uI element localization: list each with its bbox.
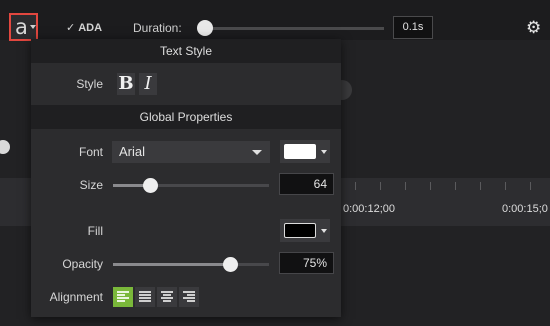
ruler-tick [455, 182, 456, 190]
size-label: Size [79, 178, 103, 192]
align-right-button[interactable] [179, 287, 199, 307]
font-color-picker[interactable] [280, 140, 330, 163]
ruler-tick [530, 182, 531, 190]
opacity-label: Opacity [62, 257, 103, 271]
style-label: Style [76, 77, 103, 91]
opacity-input[interactable]: 75% [279, 252, 334, 274]
text-properties-popup: Text Style Style B I Global Properties F… [31, 39, 341, 317]
italic-button[interactable]: I [139, 73, 157, 95]
alignment-label: Alignment [49, 290, 103, 304]
fill-label: Fill [87, 224, 103, 238]
font-select-value: Arial [119, 144, 146, 159]
ruler-tick [505, 182, 506, 190]
font-a-icon: a [15, 15, 28, 39]
text-style-header: Text Style [31, 39, 341, 63]
font-color-swatch [284, 144, 316, 159]
align-center-icon [161, 291, 173, 303]
opacity-slider-knob[interactable] [223, 257, 238, 272]
gear-icon[interactable]: ⚙ [526, 18, 541, 38]
align-left-button[interactable] [113, 287, 133, 307]
ruler-tick [480, 182, 481, 190]
ada-label: ADA [78, 22, 103, 34]
ruler-tick [380, 182, 381, 190]
opacity-slider-fill [113, 263, 230, 266]
timeline-label: 0:00:12;00 [343, 203, 395, 215]
font-label: Font [78, 145, 103, 159]
fill-color-swatch [284, 223, 316, 238]
global-properties-header: Global Properties [31, 105, 341, 129]
font-select[interactable]: Arial [112, 141, 270, 163]
size-input[interactable]: 64 [279, 173, 334, 195]
ruler-tick [430, 182, 431, 190]
duration-slider[interactable] [204, 27, 384, 30]
check-icon: ✓ [66, 21, 76, 34]
size-slider[interactable] [113, 184, 269, 187]
toolbar [0, 0, 550, 40]
ada-toggle[interactable]: ✓ ADA [66, 21, 102, 34]
text-style-button[interactable]: a [9, 13, 38, 41]
chevron-down-icon [321, 229, 327, 233]
chevron-down-icon [30, 25, 36, 29]
ruler-tick [405, 182, 406, 190]
align-center-button[interactable] [157, 287, 177, 307]
duration-input[interactable]: 0.1s [393, 16, 433, 39]
align-justify-button[interactable] [135, 287, 155, 307]
timeline-label: 0:00:15;0 [502, 203, 548, 215]
align-right-icon [183, 291, 195, 303]
align-left-icon [117, 291, 129, 303]
align-justify-icon [139, 291, 151, 303]
bold-button[interactable]: B [117, 73, 135, 95]
opacity-slider[interactable] [113, 263, 269, 266]
duration-slider-knob[interactable] [197, 20, 213, 36]
fill-color-picker[interactable] [280, 219, 330, 242]
chevron-down-icon [321, 150, 327, 154]
chevron-down-icon [252, 150, 262, 155]
duration-label: Duration: [133, 21, 182, 35]
ruler-tick [355, 182, 356, 190]
size-slider-knob[interactable] [143, 178, 159, 193]
